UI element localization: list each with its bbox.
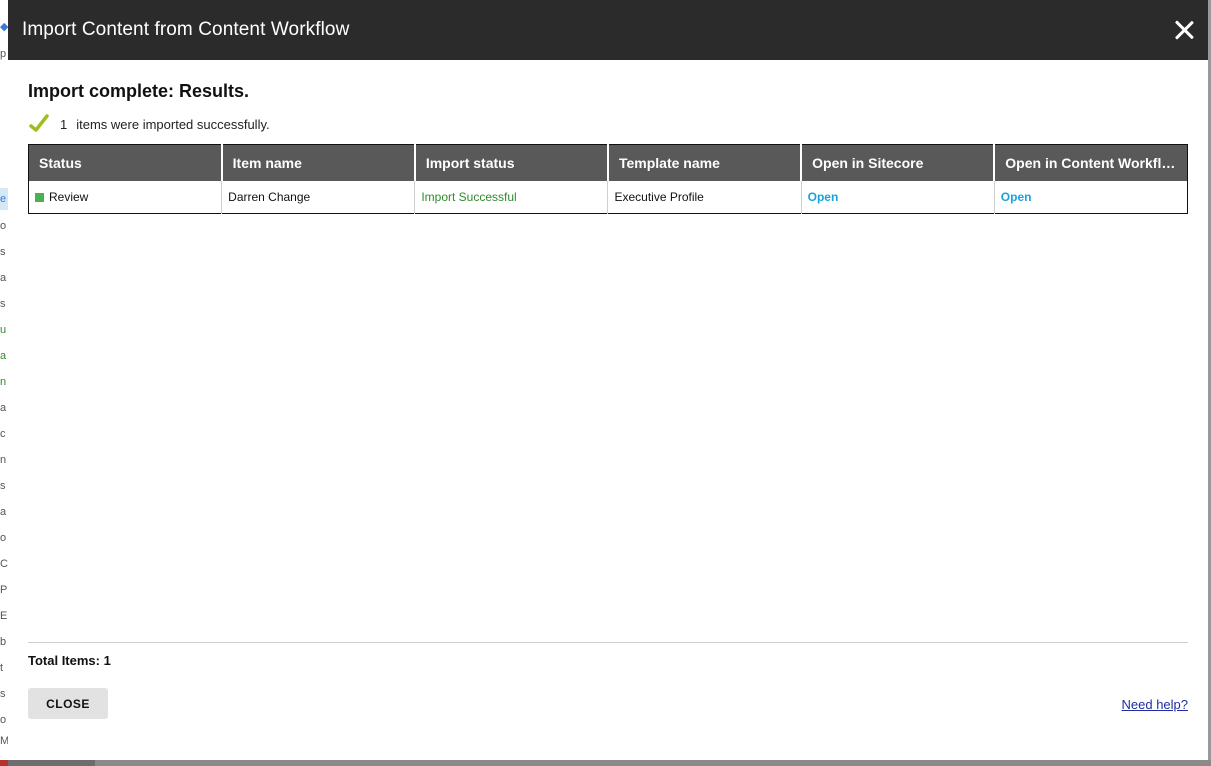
- close-icon[interactable]: [1174, 20, 1194, 40]
- need-help-link[interactable]: Need help?: [1122, 697, 1189, 712]
- column-header-status[interactable]: Status: [28, 144, 222, 181]
- import-summary: 1 items were imported successfully.: [28, 112, 1188, 136]
- dialog-title: Import Content from Content Workflow: [22, 19, 350, 40]
- status-square-icon: [35, 192, 44, 202]
- column-header-open-in-sitecore[interactable]: Open in Sitecore: [800, 144, 995, 181]
- checkmark-icon: [29, 114, 49, 132]
- open-in-content-workflow-cell: Open: [993, 180, 1188, 213]
- footer-divider: [28, 642, 1188, 643]
- status-cell: Review: [29, 181, 222, 214]
- column-header-template-name[interactable]: Template name: [606, 144, 802, 181]
- status-label: Review: [49, 189, 89, 204]
- close-button[interactable]: CLOSE: [28, 688, 108, 719]
- item-name-cell: Darren Change: [221, 180, 415, 213]
- table-header-row: Status Item name Import status Template …: [28, 144, 1188, 181]
- results-table: Status Item name Import status Template …: [28, 144, 1188, 214]
- template-name-cell: Executive Profile: [607, 180, 802, 213]
- background-app: ◆ p e o s a s u a n a c n s a o C P E b …: [0, 0, 8, 766]
- success-text: items were imported successfully.: [76, 116, 270, 132]
- open-in-content-workflow-link[interactable]: Open: [1001, 190, 1032, 204]
- import-status-cell: Import Successful: [414, 180, 608, 213]
- background-taskbar: [0, 760, 1211, 766]
- column-header-open-in-content-workflow[interactable]: Open in Content Workfl…: [993, 144, 1188, 181]
- dialog-content: Import complete: Results. 1 items were i…: [8, 60, 1208, 214]
- open-in-sitecore-link[interactable]: Open: [808, 190, 839, 204]
- open-in-sitecore-cell: Open: [800, 180, 995, 213]
- column-header-import-status[interactable]: Import status: [413, 144, 608, 181]
- table-row: Review Darren Change Import Successful E…: [29, 180, 1188, 214]
- results-heading: Import complete: Results.: [28, 81, 250, 101]
- success-count: 1: [60, 116, 68, 132]
- total-items: Total Items: 1: [28, 653, 111, 668]
- import-results-dialog: Import Content from Content Workflow Imp…: [8, 0, 1208, 760]
- dialog-titlebar: Import Content from Content Workflow: [8, 0, 1208, 60]
- column-header-item-name[interactable]: Item name: [220, 144, 415, 181]
